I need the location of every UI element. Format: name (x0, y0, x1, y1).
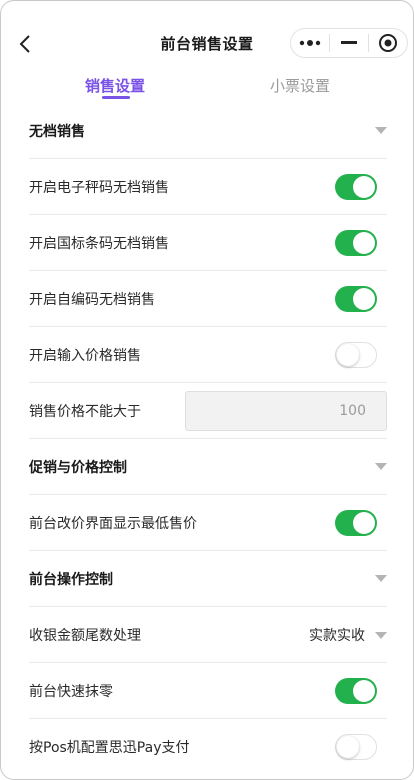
toggle-knob (337, 736, 359, 758)
toggle-scale-code-sale[interactable] (335, 174, 377, 200)
setting-row: 前台改价界面显示最低售价 (29, 495, 387, 551)
mini-program-capsule (290, 28, 408, 58)
chevron-down-icon (375, 463, 387, 470)
setting-label: 开启输入价格销售 (29, 347, 141, 364)
setting-label: 按Pos机配置思迅Pay支付 (29, 740, 190, 756)
chevron-down-icon (375, 575, 387, 582)
section-header-operation[interactable]: 前台操作控制 (29, 551, 387, 607)
nav-bar: 前台销售设置 (1, 1, 413, 65)
setting-row: 按Pos机配置思迅Pay支付 (29, 719, 387, 775)
tab-sales-settings[interactable]: 销售设置 (85, 75, 145, 96)
more-dots-icon (299, 40, 321, 46)
setting-label: 前台快速抹零 (29, 683, 113, 700)
setting-row: 销售价格不能大于 100 (29, 383, 387, 439)
max-price-input[interactable]: 100 (185, 391, 387, 431)
settings-list: 无档销售 开启电子秤码无档销售 开启国标条码无档销售 开启自编码无档销售 开启输… (1, 103, 413, 775)
setting-label: 开启国标条码无档销售 (29, 235, 169, 252)
section-title: 前台操作控制 (29, 571, 113, 588)
chevron-down-icon (375, 631, 387, 639)
setting-label: 收银金额尾数处理 (29, 627, 141, 644)
tab-receipt-settings[interactable]: 小票设置 (270, 75, 330, 96)
toggle-knob (353, 512, 375, 534)
toggle-custom-code-sale[interactable] (335, 286, 377, 312)
toggle-pos-pay[interactable] (335, 734, 377, 760)
minimize-icon (341, 41, 357, 44)
toggle-knob (353, 288, 375, 310)
toggle-knob (353, 176, 375, 198)
setting-label: 前台改价界面显示最低售价 (29, 515, 197, 532)
rounding-select[interactable]: 实款实收 (309, 625, 387, 645)
setting-row: 收银金额尾数处理 实款实收 (29, 607, 387, 663)
setting-label: 销售价格不能大于 (29, 403, 141, 420)
setting-row: 开启自编码无档销售 (29, 271, 387, 327)
setting-row: 开启输入价格销售 (29, 327, 387, 383)
section-header-promo[interactable]: 促销与价格控制 (29, 439, 387, 495)
toggle-knob (353, 680, 375, 702)
active-tab-indicator (102, 96, 130, 99)
setting-label: 开启电子秤码无档销售 (29, 179, 169, 196)
chevron-down-icon (375, 127, 387, 134)
toggle-quick-rounding[interactable] (335, 678, 377, 704)
setting-row: 开启电子秤码无档销售 (29, 159, 387, 215)
app-frame: 前台销售设置 销售设置 小票设置 无档销售 开启电子秤码无档销售 开启国标条码无… (0, 0, 414, 780)
toggle-input-price-sale[interactable] (335, 342, 377, 368)
toggle-national-barcode-sale[interactable] (335, 230, 377, 256)
setting-row: 开启国标条码无档销售 (29, 215, 387, 271)
setting-label: 开启自编码无档销售 (29, 291, 155, 308)
toggle-knob (353, 232, 375, 254)
close-button[interactable] (369, 29, 407, 57)
section-header-no-barcode[interactable]: 无档销售 (29, 103, 387, 159)
select-value: 实款实收 (309, 628, 365, 644)
more-button[interactable] (291, 29, 329, 57)
setting-row: 前台快速抹零 (29, 663, 387, 719)
toggle-show-min-price[interactable] (335, 510, 377, 536)
target-close-icon (379, 34, 397, 52)
toggle-knob (337, 344, 359, 366)
section-title: 无档销售 (29, 123, 85, 140)
section-title: 促销与价格控制 (29, 459, 127, 476)
minimize-button[interactable] (330, 29, 368, 57)
